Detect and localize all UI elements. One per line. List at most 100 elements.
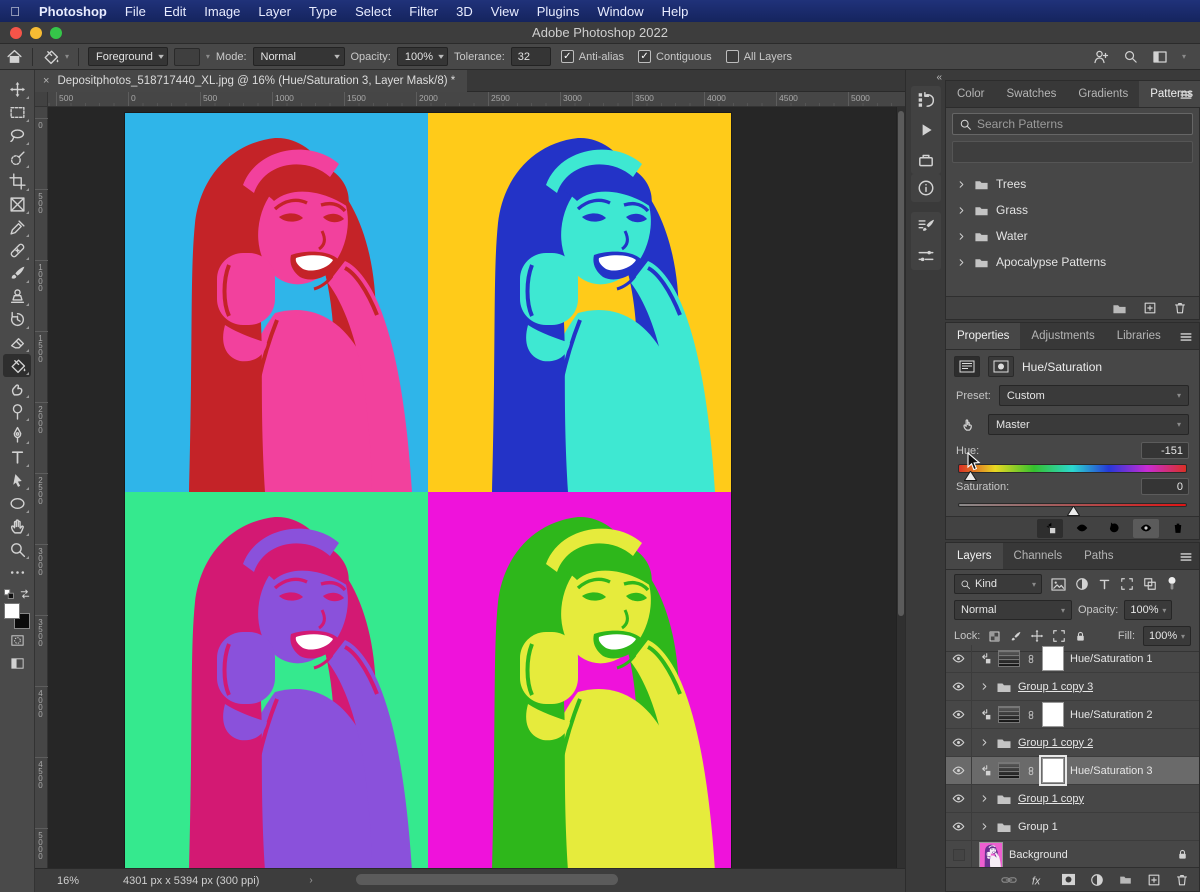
layer-filter-kind-dropdown[interactable]: Kind ▾ [954,574,1042,594]
brush-settings-panel-icon[interactable] [915,216,937,236]
clone-stamp-tool[interactable] [3,285,31,308]
hue-slider-thumb[interactable] [964,471,977,481]
hue-value-field[interactable]: -151 [1141,442,1189,459]
search-icon[interactable] [1123,49,1138,64]
layer-mask-thumbnail[interactable] [1042,646,1064,671]
healing-brush-tool[interactable] [3,239,31,262]
adjustment-properties-icon[interactable] [954,356,980,377]
horizontal-scrollbar[interactable] [321,869,905,892]
layer-visibility-cell[interactable] [946,757,972,784]
zoom-tool[interactable] [3,538,31,561]
eyedropper-tool[interactable] [3,216,31,239]
layer-content[interactable]: Hue/Saturation 1 [972,646,1199,671]
layer-content[interactable]: Group 1 copy [972,791,1199,807]
patterns-tab-swatches[interactable]: Swatches [995,81,1067,107]
checkbox-contiguous[interactable]: ✓Contiguous [638,50,712,63]
pen-tool[interactable] [3,423,31,446]
visibility-off-box[interactable] [953,849,965,861]
layer-row-group-1-copy-3[interactable]: Group 1 copy 3 [946,673,1199,701]
pattern-folder-apocalypse-patterns[interactable]: Apocalypse Patterns [946,249,1199,275]
layer-name[interactable]: Hue/Saturation 2 [1070,709,1153,721]
new-group-folder-icon[interactable] [1112,301,1127,316]
layer-visibility-cell[interactable] [946,701,972,728]
lock-artboard-icon[interactable] [1052,629,1066,643]
background-thumbnail[interactable] [979,842,1003,868]
hand-tool[interactable] [3,515,31,538]
layer-style-fx-icon[interactable]: fx [1031,873,1047,887]
menu-file[interactable]: File [116,4,155,19]
targeted-adjustment-icon[interactable] [956,417,980,432]
checkbox-anti-alias[interactable]: ✓Anti-alias [561,50,624,63]
checkbox-box[interactable]: ✓ [561,50,574,63]
preset-dropdown[interactable]: Custom ▾ [999,385,1189,406]
menu-layer[interactable]: Layer [249,4,300,19]
layer-row-group-1[interactable]: Group 1 [946,813,1199,841]
link-layers-icon[interactable] [1001,874,1017,886]
layers-tab-layers[interactable]: Layers [946,543,1003,569]
properties-tab-adjustments[interactable]: Adjustments [1020,323,1105,349]
filter-shape-layers-icon[interactable] [1120,577,1134,591]
adjustment-thumbnail[interactable] [998,762,1020,779]
actions-panel-icon[interactable] [915,120,937,140]
dodge-tool[interactable] [3,400,31,423]
chevron-right-icon[interactable] [979,681,990,692]
menu-photoshop[interactable]: Photoshop [30,4,116,19]
saturation-slider[interactable] [958,503,1187,507]
eye-icon[interactable] [951,680,966,693]
clip-to-layer-icon[interactable] [1037,519,1063,538]
brush-tool[interactable] [3,262,31,285]
lock-position-icon[interactable] [1030,629,1044,643]
type-tool[interactable] [3,446,31,469]
menu-view[interactable]: View [482,4,528,19]
filter-toggle-icon[interactable] [1166,576,1178,592]
layer-visibility-cell[interactable] [946,673,972,700]
tolerance-field[interactable]: 32 [511,47,551,66]
eye-icon[interactable] [951,736,966,749]
pattern-swatch[interactable] [174,48,200,66]
layer-mask-thumbnail[interactable] [1042,758,1064,783]
layer-content[interactable]: Hue/Saturation 3 [972,758,1199,783]
menu-3d[interactable]: 3D [447,4,482,19]
delete-adjustment-icon[interactable] [1165,519,1191,538]
quick-mask-button[interactable] [3,629,31,652]
layer-visibility-cell[interactable] [946,729,972,756]
properties-tab-libraries[interactable]: Libraries [1106,323,1172,349]
menu-select[interactable]: Select [346,4,400,19]
adjustment-thumbnail[interactable] [998,650,1020,667]
hue-slider[interactable] [958,464,1187,473]
tool-presets-panel-icon[interactable] [915,150,937,170]
layer-row-hue-saturation-2[interactable]: Hue/Saturation 2 [946,701,1199,729]
pattern-folder-water[interactable]: Water [946,223,1199,249]
share-user-icon[interactable] [1093,49,1109,65]
menu-window[interactable]: Window [588,4,652,19]
layers-tab-channels[interactable]: Channels [1003,543,1074,569]
chevron-right-icon[interactable] [956,179,967,190]
layer-row-group-1-copy[interactable]: Group 1 copy [946,785,1199,813]
filter-type-layers-icon[interactable] [1098,578,1111,591]
patterns-tab-color[interactable]: Color [946,81,995,107]
layer-content[interactable]: Group 1 copy 3 [972,679,1199,695]
eye-icon[interactable] [951,820,966,833]
history-brush-tool[interactable] [3,308,31,331]
filter-pixel-layers-icon[interactable] [1051,578,1066,591]
saturation-value-field[interactable]: 0 [1141,478,1189,495]
foreground-background-swatches[interactable] [4,603,30,629]
vertical-scrollbar-thumb[interactable] [898,111,904,616]
fill-source-dropdown[interactable]: Foreground ▾ [88,47,168,66]
shape-tool[interactable] [3,492,31,515]
chevron-right-icon[interactable] [956,257,967,268]
layer-content[interactable]: Hue/Saturation 2 [972,702,1199,727]
close-tab-icon[interactable]: × [43,75,49,87]
move-tool[interactable] [3,78,31,101]
crop-tool[interactable] [3,170,31,193]
new-layer-icon[interactable] [1147,873,1161,887]
delete-layer-icon[interactable] [1175,873,1189,887]
mode-dropdown[interactable]: Normal ▾ [253,47,345,66]
lasso-tool[interactable] [3,124,31,147]
smudge-tool[interactable] [3,377,31,400]
menu-filter[interactable]: Filter [400,4,447,19]
mask-properties-icon[interactable] [988,356,1014,377]
fill-dropdown[interactable]: 100% ▾ [1143,626,1191,646]
layer-name[interactable]: Hue/Saturation 1 [1070,653,1153,665]
layer-row-group-1-copy-2[interactable]: Group 1 copy 2 [946,729,1199,757]
